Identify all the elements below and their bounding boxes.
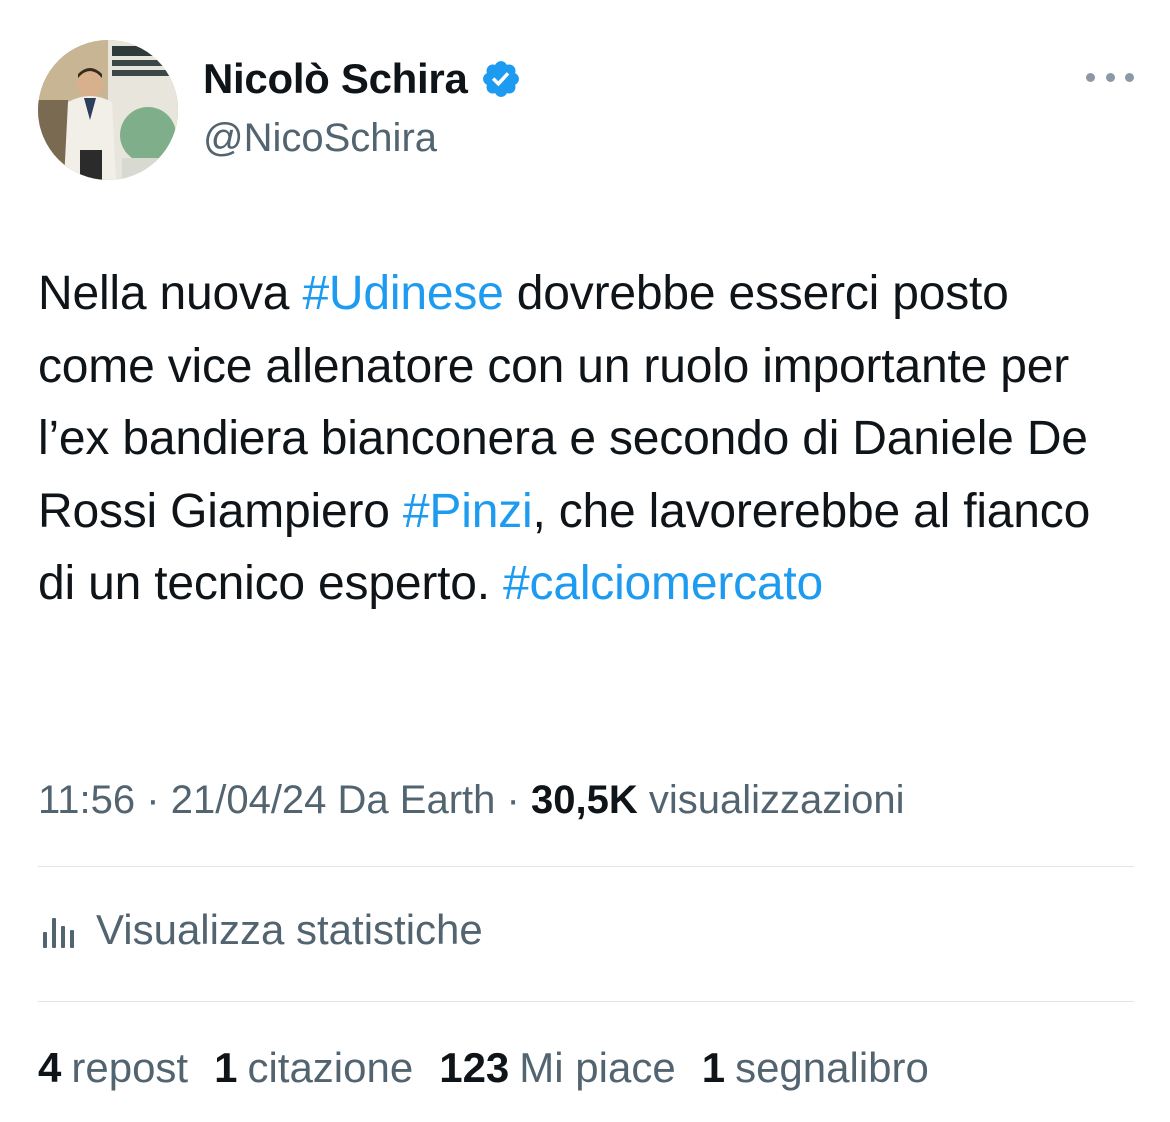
tweet-text-part: Nella nuova <box>38 267 303 320</box>
divider <box>38 1001 1134 1002</box>
tweet-date[interactable]: 21/04/24 <box>171 778 327 822</box>
quotes-count: 1 <box>214 1044 238 1091</box>
avatar-image <box>38 40 178 180</box>
tweet-source: Da Earth <box>337 778 496 822</box>
meta-separator: · <box>146 778 160 822</box>
views-count: 30,5K <box>530 778 638 822</box>
likes-stat[interactable]: 123 Mi piace <box>439 1044 675 1092</box>
bookmarks-stat[interactable]: 1 segnalibro <box>702 1044 929 1092</box>
divider <box>38 866 1134 867</box>
more-icon[interactable] <box>1086 62 1134 92</box>
tweet-meta: 11:56 · 21/04/24 Da Earth · 30,5K visual… <box>38 778 905 823</box>
author-handle[interactable]: @NicoSchira <box>203 116 437 161</box>
quotes-label: citazione <box>247 1044 414 1091</box>
avatar[interactable] <box>38 40 178 180</box>
reposts-count: 4 <box>38 1044 62 1091</box>
bookmarks-count: 1 <box>701 1044 726 1091</box>
more-dot <box>1086 72 1095 82</box>
likes-label: Mi piace <box>519 1044 676 1091</box>
display-name[interactable]: Nicolò Schira <box>203 55 468 103</box>
quotes-stat[interactable]: 1 citazione <box>214 1044 413 1092</box>
meta-separator: · <box>506 778 520 822</box>
author-header[interactable]: Nicolò Schira <box>203 52 522 106</box>
view-stats-label: Visualizza statistiche <box>96 906 483 953</box>
tweet-text: Nella nuova #Udinese dovrebbe esserci po… <box>38 258 1138 621</box>
reposts-stat[interactable]: 4 repost <box>38 1044 188 1092</box>
hashtag-pinzi[interactable]: #Pinzi <box>403 485 533 538</box>
verified-badge-icon <box>480 58 522 100</box>
more-dot <box>1125 72 1134 82</box>
likes-count: 123 <box>439 1044 510 1091</box>
reposts-label: repost <box>71 1044 189 1091</box>
engagement-bar: 4 repost 1 citazione 123 Mi piace 1 segn… <box>38 1040 955 1096</box>
bookmarks-label: segnalibro <box>735 1044 929 1091</box>
tweet-time[interactable]: 11:56 <box>38 778 135 822</box>
views-label: visualizzazioni <box>648 778 905 822</box>
more-dot <box>1105 72 1115 82</box>
hashtag-udinese[interactable]: #Udinese <box>302 267 503 320</box>
view-stats-link[interactable]: Visualizza statistiche <box>38 903 483 957</box>
bar-chart-icon <box>43 918 74 948</box>
hashtag-calciomercato[interactable]: #calciomercato <box>503 557 823 610</box>
